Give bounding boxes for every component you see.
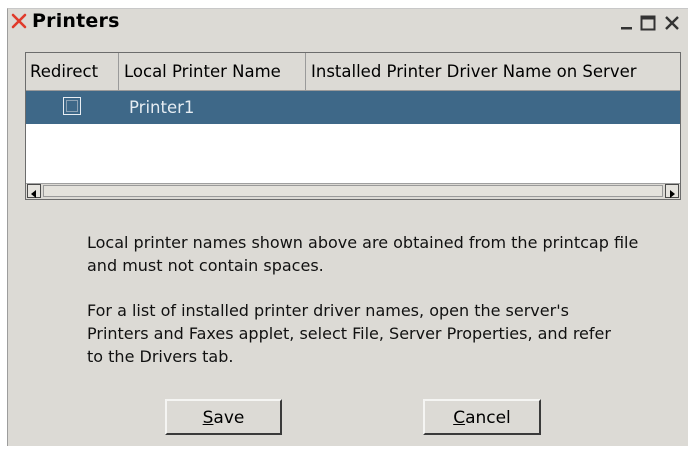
- scroll-left-arrow-icon[interactable]: [27, 184, 41, 198]
- scrollbar-thumb[interactable]: [43, 185, 663, 197]
- title-bar[interactable]: Printers: [8, 9, 688, 35]
- table-header: Redirect Local Printer Name Installed Pr…: [26, 53, 680, 91]
- save-mnemonic: S: [202, 408, 214, 428]
- info-text-drivers: For a list of installed printer driver n…: [87, 301, 611, 366]
- x-app-icon: [11, 13, 27, 29]
- cancel-button[interactable]: Cancel: [423, 399, 541, 435]
- redirect-checkbox[interactable]: [63, 97, 81, 115]
- maximize-icon[interactable]: [640, 15, 656, 31]
- printers-dialog: Printers Redirect Local Printer Name Ins…: [7, 8, 688, 446]
- column-header-local-printer-name[interactable]: Local Printer Name: [119, 53, 306, 90]
- cancel-label: ancel: [465, 408, 511, 428]
- info-text-printcap: Local printer names shown above are obta…: [87, 233, 639, 275]
- save-label: ave: [213, 408, 245, 428]
- save-button[interactable]: Save: [165, 399, 282, 435]
- local-printer-name-cell: Printer1: [129, 98, 195, 117]
- close-icon[interactable]: [664, 15, 680, 31]
- cancel-mnemonic: C: [453, 408, 466, 428]
- window-title: Printers: [32, 10, 120, 32]
- minimize-icon[interactable]: [620, 15, 634, 31]
- table-row[interactable]: Printer1: [26, 91, 680, 124]
- column-header-driver-name[interactable]: Installed Printer Driver Name on Server: [306, 53, 680, 90]
- scroll-right-arrow-icon[interactable]: [665, 184, 679, 198]
- column-header-redirect[interactable]: Redirect: [26, 53, 119, 90]
- horizontal-scrollbar[interactable]: [26, 183, 680, 199]
- printers-table: Redirect Local Printer Name Installed Pr…: [25, 52, 681, 200]
